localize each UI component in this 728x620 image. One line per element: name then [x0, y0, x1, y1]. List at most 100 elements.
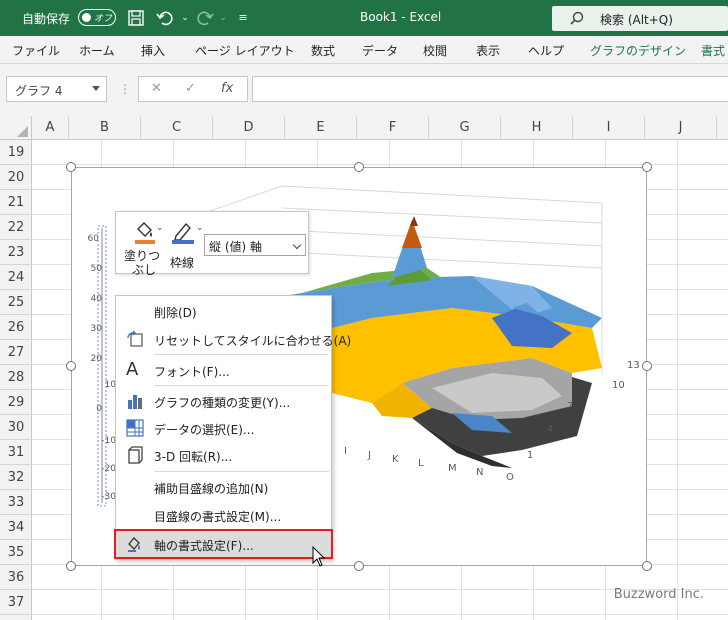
menu-item-delete[interactable]: 削除(D) — [116, 298, 331, 324]
row-header[interactable]: 31 — [0, 440, 32, 465]
row-header[interactable]: 28 — [0, 365, 32, 390]
fill-button[interactable]: ⌄ 塗りつ ぶし — [122, 217, 164, 277]
redo-icon[interactable] — [196, 9, 214, 27]
row-header[interactable]: 20 — [0, 165, 32, 190]
column-header[interactable]: D — [213, 116, 285, 140]
row-header[interactable]: 22 — [0, 215, 32, 240]
resize-handle-bottom-right[interactable] — [642, 561, 652, 571]
resize-handle-top-left[interactable] — [66, 162, 76, 172]
insert-function-icon[interactable]: fx — [221, 81, 233, 96]
tab-insert[interactable]: 挿入 — [141, 42, 165, 59]
row-header[interactable]: 33 — [0, 490, 32, 515]
customize-toolbar-icon[interactable]: ≡ — [234, 9, 252, 27]
undo-dropdown-icon[interactable]: ⌄ — [176, 9, 194, 27]
row-header[interactable]: 34 — [0, 515, 32, 540]
chevron-down-icon[interactable] — [92, 86, 100, 91]
select-data-icon — [126, 419, 144, 437]
depth-axis-tick: 13 — [627, 360, 640, 371]
fill-label-line2: ぶし — [132, 263, 157, 277]
autosave-toggle[interactable]: オフ — [78, 9, 116, 26]
formula-bar-grip-icon[interactable]: ⋮ — [119, 82, 131, 96]
menu-item-label: グラフの種類の変更(Y)... — [154, 396, 291, 410]
fill-dropdown-icon[interactable]: ⌄ — [156, 223, 164, 233]
resize-handle-top[interactable] — [354, 162, 364, 172]
cancel-icon[interactable]: ✕ — [151, 81, 162, 96]
undo-icon[interactable] — [156, 9, 174, 27]
select-all-button[interactable] — [0, 116, 32, 140]
row-header[interactable]: 30 — [0, 415, 32, 440]
tab-view[interactable]: 表示 — [476, 42, 500, 59]
column-header[interactable]: H — [501, 116, 573, 140]
row-header[interactable]: 32 — [0, 465, 32, 490]
resize-handle-bottom[interactable] — [354, 561, 364, 571]
menu-item-reset-style[interactable]: リセットしてスタイルに合わせる(A) — [116, 326, 351, 352]
menu-item-format-axis[interactable]: 軸の書式設定(F)... — [114, 529, 333, 559]
column-header[interactable]: B — [69, 116, 141, 140]
menu-item-3d-rotation[interactable]: 3-D 回転(R)... — [116, 442, 331, 468]
watermark: Buzzword Inc. — [613, 587, 704, 602]
x-axis-tick: I — [344, 446, 347, 457]
save-icon[interactable] — [127, 9, 145, 27]
title-bar: 自動保存 オフ ⌄ ⌄ ≡ Book1 - Excel 検索 (Alt+Q) — [0, 0, 728, 36]
resize-handle-left[interactable] — [66, 361, 76, 371]
chevron-down-icon — [292, 240, 302, 250]
row-header[interactable]: 19 — [0, 140, 32, 165]
chart-element-select[interactable]: 縦 (値) 軸 — [204, 234, 306, 256]
menu-item-change-chart-type[interactable]: グラフの種類の変更(Y)... — [116, 388, 331, 414]
row-header[interactable]: 29 — [0, 390, 32, 415]
menu-item-select-data[interactable]: データの選択(E)... — [116, 415, 331, 441]
row-header[interactable]: 25 — [0, 290, 32, 315]
column-header[interactable]: C — [141, 116, 213, 140]
formula-bar: グラフ 4 ⋮ ✕ ✓ fx — [0, 64, 728, 116]
ribbon-tabs: ファイル ホーム 挿入 ページ レイアウト 数式 データ 校閲 表示 ヘルプ グ… — [0, 36, 728, 64]
toggle-knob — [82, 12, 91, 22]
column-header[interactable]: E — [285, 116, 357, 140]
tab-formulas[interactable]: 数式 — [311, 42, 335, 59]
resize-handle-bottom-left[interactable] — [66, 561, 76, 571]
row-header[interactable]: 27 — [0, 340, 32, 365]
row-header[interactable]: 26 — [0, 315, 32, 340]
tab-help[interactable]: ヘルプ — [528, 42, 564, 59]
outline-dropdown-icon[interactable]: ⌄ — [196, 223, 204, 233]
menu-item-label: フォント(F)... — [154, 365, 230, 379]
tab-chart-design[interactable]: グラフのデザイン — [590, 42, 686, 59]
row-header[interactable]: 21 — [0, 190, 32, 215]
tab-file[interactable]: ファイル — [12, 42, 60, 59]
search-label: 検索 (Alt+Q) — [600, 13, 673, 27]
document-title: Book1 - Excel — [360, 10, 442, 24]
row-header[interactable]: 24 — [0, 265, 32, 290]
tab-format[interactable]: 書式 — [701, 42, 725, 59]
formula-input[interactable] — [252, 76, 728, 102]
column-header[interactable]: F — [357, 116, 429, 140]
menu-item-label: 目盛線の書式設定(M)... — [154, 510, 282, 524]
column-header[interactable]: G — [429, 116, 501, 140]
resize-handle-right[interactable] — [642, 361, 652, 371]
mini-toolbar: ⌄ 塗りつ ぶし ⌄ 枠線 縦 (値) 軸 — [115, 211, 309, 277]
menu-item-label: データの選択(E)... — [154, 423, 255, 437]
menu-item-font[interactable]: A フォント(F)... — [116, 357, 331, 383]
mouse-cursor-icon — [312, 546, 326, 567]
resize-handle-top-right[interactable] — [642, 162, 652, 172]
menu-item-format-gridlines[interactable]: 目盛線の書式設定(M)... — [116, 502, 331, 528]
row-header[interactable]: 36 — [0, 565, 32, 590]
menu-item-label: 3-D 回転(R)... — [154, 450, 233, 464]
x-axis-tick: M — [448, 463, 457, 474]
tab-home[interactable]: ホーム — [79, 42, 115, 59]
name-box[interactable]: グラフ 4 — [6, 76, 107, 102]
tab-review[interactable]: 校閲 — [423, 42, 447, 59]
search-box[interactable]: 検索 (Alt+Q) — [552, 6, 728, 31]
tab-data[interactable]: データ — [362, 42, 398, 59]
column-headers: A B C D E F G H I J — [0, 116, 728, 140]
row-header[interactable]: 23 — [0, 240, 32, 265]
tab-page-layout[interactable]: ページ レイアウト — [195, 42, 295, 59]
column-header[interactable]: I — [573, 116, 645, 140]
column-header[interactable]: A — [32, 116, 69, 140]
enter-icon[interactable]: ✓ — [185, 81, 196, 96]
row-header[interactable]: 35 — [0, 540, 32, 565]
redo-dropdown-icon[interactable]: ⌄ — [214, 9, 232, 27]
menu-item-add-minor-gridlines[interactable]: 補助目盛線の追加(N) — [116, 474, 331, 500]
outline-button[interactable]: ⌄ 枠線 — [168, 217, 204, 273]
row-header[interactable]: 37 — [0, 590, 32, 615]
column-header[interactable]: J — [645, 116, 717, 140]
name-box-value: グラフ 4 — [15, 84, 63, 98]
